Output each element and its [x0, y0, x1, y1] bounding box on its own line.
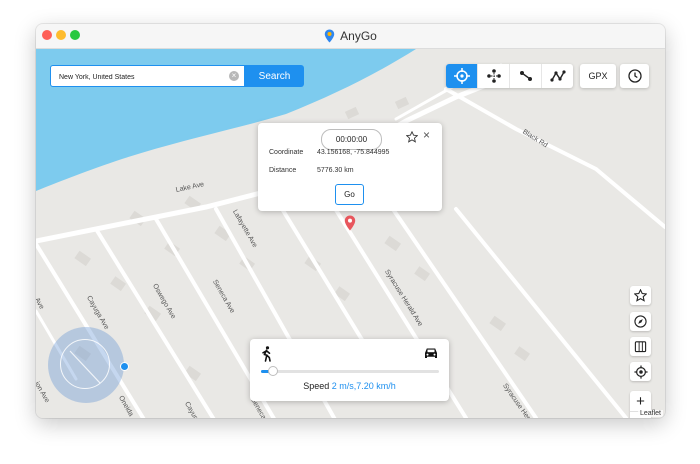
map-attribution[interactable]: Leaflet — [637, 410, 663, 417]
speed-label: Speed — [303, 381, 330, 391]
joystick-direction-line — [69, 350, 101, 384]
search-field[interactable]: × — [50, 65, 245, 87]
multi-point-icon — [486, 69, 501, 83]
clear-search-icon[interactable]: × — [229, 71, 239, 81]
compass-icon — [634, 315, 647, 328]
compass-button[interactable] — [630, 312, 651, 331]
distance-value: 5776.30 km — [317, 167, 354, 174]
locate-button[interactable] — [630, 362, 651, 381]
speed-value: 2 m/s,7.20 km/h — [331, 381, 396, 391]
two-spot-route-icon — [519, 71, 532, 81]
crosshair-icon — [453, 68, 470, 84]
gpx-import-button[interactable]: GPX — [580, 64, 616, 88]
location-marker-icon[interactable] — [344, 215, 356, 231]
map-layers-button[interactable] — [630, 337, 651, 356]
mode-toolbar — [446, 64, 573, 88]
favorites-button[interactable] — [630, 286, 651, 305]
star-icon — [634, 289, 647, 302]
window-title: AnyGo — [36, 24, 665, 48]
window-title-text: AnyGo — [340, 29, 377, 43]
app-window: AnyGo Black Rd Lake Ave Lafayette Ave Se… — [36, 24, 665, 418]
clock-icon — [627, 69, 642, 83]
close-popup-icon[interactable]: × — [423, 129, 430, 141]
map-layers-icon — [634, 341, 647, 353]
speed-readout: Speed 2 m/s,7.20 km/h — [250, 381, 449, 391]
title-bar: AnyGo — [36, 24, 665, 49]
locate-icon — [633, 364, 648, 379]
app-logo-icon — [324, 29, 335, 43]
speed-panel: Speed 2 m/s,7.20 km/h — [250, 339, 449, 401]
search-input[interactable] — [57, 69, 221, 85]
map-view[interactable]: Black Rd Lake Ave Lafayette Ave Seneca A… — [36, 49, 665, 418]
coordinate-value: 43.156168, -75.844995 — [317, 149, 390, 156]
walking-icon[interactable] — [261, 346, 273, 362]
multi-spot-route-icon — [549, 70, 566, 82]
car-icon[interactable] — [423, 347, 439, 360]
joystick-handle[interactable] — [120, 362, 129, 371]
multi-spot-button[interactable] — [542, 64, 573, 88]
teleport-mode-button[interactable] — [446, 64, 478, 88]
timer-display: 00:00:00 — [321, 129, 382, 150]
jump-teleport-button[interactable] — [478, 64, 510, 88]
coordinate-label: Coordinate — [269, 149, 304, 156]
speed-slider-thumb[interactable] — [268, 366, 279, 376]
history-button[interactable] — [620, 64, 649, 88]
zoom-in-button[interactable]: + — [630, 391, 651, 412]
distance-label: Distance — [269, 167, 297, 174]
speed-slider[interactable] — [261, 366, 439, 376]
search-button[interactable]: Search — [245, 65, 304, 87]
go-button[interactable]: Go — [335, 184, 364, 205]
location-popup: 00:00:00 × Coordinate 43.156168, -75.844… — [258, 123, 442, 211]
joystick-control[interactable] — [48, 327, 129, 403]
two-spot-button[interactable] — [510, 64, 542, 88]
favorite-star-icon[interactable] — [406, 131, 418, 143]
